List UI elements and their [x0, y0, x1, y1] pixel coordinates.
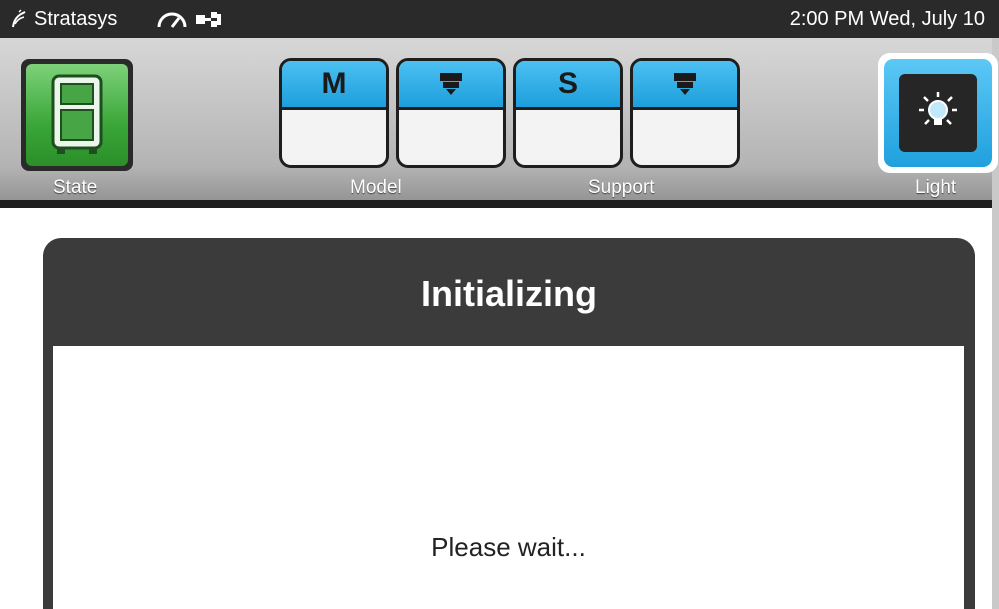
- brand-name: Stratasys: [34, 7, 118, 30]
- light-button[interactable]: [878, 53, 998, 173]
- lightbulb-icon: [919, 92, 957, 125]
- speed-gauge-icon: [157, 12, 187, 28]
- support-material-cartridge[interactable]: S: [513, 58, 623, 168]
- cartridge-letter: M: [321, 67, 347, 100]
- model-label: Model: [350, 177, 402, 198]
- support-head-cartridge[interactable]: [630, 58, 740, 168]
- network-icon: [196, 12, 221, 27]
- light-button-ring: [884, 59, 992, 167]
- model-head-cartridge[interactable]: [396, 58, 506, 168]
- initializing-dialog: Initializing Please wait...: [43, 238, 975, 609]
- cartridge-header: [633, 61, 737, 110]
- print-head-icon: [440, 73, 462, 95]
- dialog-message: Please wait...: [431, 532, 586, 562]
- printer-icon: [51, 74, 103, 154]
- clock: 2:00 PM Wed, July 10: [789, 8, 985, 30]
- dialog-body: Please wait...: [53, 346, 964, 609]
- print-head-icon: [674, 73, 696, 95]
- cartridge-letter: S: [557, 67, 578, 100]
- cartridge-header: [399, 61, 503, 110]
- toolbar-divider: [0, 200, 999, 208]
- state-button[interactable]: [21, 59, 133, 171]
- cartridge-header: M: [282, 61, 386, 110]
- state-button-face: [26, 64, 128, 166]
- stratasys-logo-icon: [12, 9, 26, 28]
- brand: Stratasys: [10, 0, 117, 38]
- cartridge-header: S: [516, 61, 620, 110]
- light-button-face: [899, 74, 977, 152]
- light-label: Light: [915, 177, 957, 198]
- support-label: Support: [588, 177, 655, 198]
- state-label: State: [53, 177, 98, 198]
- dialog-title: Initializing: [421, 273, 597, 314]
- status-bar: Stratasys 2:00 PM Wed, July 10: [0, 0, 999, 38]
- model-material-cartridge[interactable]: M: [279, 58, 389, 168]
